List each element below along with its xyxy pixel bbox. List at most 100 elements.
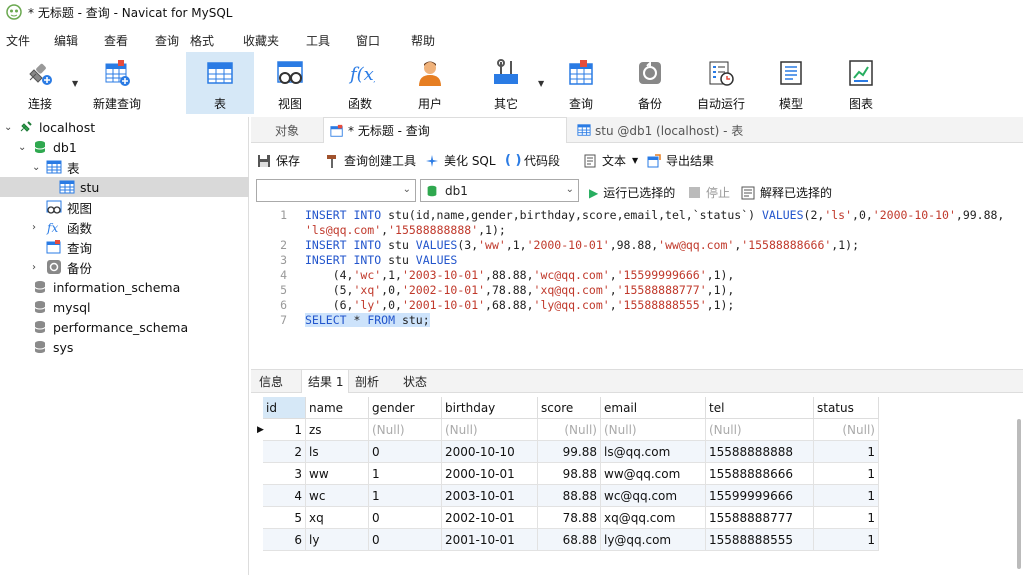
tab-untitled-query[interactable]: * 无标题 - 查询: [323, 117, 567, 143]
cell-status[interactable]: 1: [814, 485, 879, 507]
menu-help[interactable]: 帮助: [411, 32, 435, 49]
cell-birthday[interactable]: 2000-10-01: [442, 463, 538, 485]
tree-tables-folder[interactable]: ⌄ 表: [0, 157, 249, 177]
query-builder-button[interactable]: 查询创建工具: [325, 152, 416, 169]
connection-select[interactable]: ⌄: [256, 179, 416, 202]
cell-gender[interactable]: 0: [369, 529, 442, 551]
cell-score[interactable]: 68.88: [538, 529, 601, 551]
auto-run-button[interactable]: 自动运行: [690, 52, 752, 114]
tree-table-stu[interactable]: stu: [0, 177, 249, 197]
column-header-email[interactable]: email: [601, 397, 706, 419]
user-button[interactable]: 用户: [400, 52, 460, 114]
collapse-chevron-icon[interactable]: ⌄: [18, 142, 26, 153]
other-button[interactable]: 其它: [476, 52, 536, 114]
cell-gender[interactable]: 1: [369, 485, 442, 507]
cell-email[interactable]: (Null): [601, 419, 706, 441]
query-button[interactable]: 查询: [552, 52, 610, 114]
cell-status[interactable]: 1: [814, 529, 879, 551]
cell-id[interactable]: 4: [263, 485, 306, 507]
cell-email[interactable]: wc@qq.com: [601, 485, 706, 507]
expand-chevron-icon[interactable]: ›: [32, 222, 36, 233]
cell-score[interactable]: 78.88: [538, 507, 601, 529]
cell-birthday[interactable]: 2000-10-10: [442, 441, 538, 463]
view-button[interactable]: 视图: [260, 52, 320, 114]
stop-button[interactable]: 停止: [689, 184, 730, 201]
database-select[interactable]: db1 ⌄: [420, 179, 579, 202]
save-button[interactable]: 保存: [257, 152, 300, 169]
tree-database-db1[interactable]: ⌄ db1: [0, 137, 249, 157]
scrollbar-thumb[interactable]: [1017, 419, 1021, 569]
cell-name[interactable]: ly: [306, 529, 369, 551]
run-selected-button[interactable]: ▶ 运行已选择的: [589, 184, 675, 201]
cell-email[interactable]: ls@qq.com: [601, 441, 706, 463]
tree-views-folder[interactable]: 视图: [0, 197, 249, 217]
tree-queries-folder[interactable]: 查询: [0, 237, 249, 257]
cell-name[interactable]: zs: [306, 419, 369, 441]
cell-status[interactable]: (Null): [814, 419, 879, 441]
cell-birthday[interactable]: 2001-10-01: [442, 529, 538, 551]
column-header-birthday[interactable]: birthday: [442, 397, 538, 419]
code-snippet-button[interactable]: ( ) 代码段: [505, 152, 560, 169]
cell-birthday[interactable]: 2003-10-01: [442, 485, 538, 507]
cell-status[interactable]: 1: [814, 441, 879, 463]
tree-backups-folder[interactable]: › 备份: [0, 257, 249, 277]
menu-tools[interactable]: 工具: [306, 32, 330, 49]
menu-favorites[interactable]: 收藏夹: [243, 32, 279, 49]
cell-email[interactable]: ww@qq.com: [601, 463, 706, 485]
column-header-score[interactable]: score: [538, 397, 601, 419]
cell-score[interactable]: 88.88: [538, 485, 601, 507]
tree-database-information-schema[interactable]: information_schema: [0, 277, 249, 297]
tree-database-sys[interactable]: sys: [0, 337, 249, 357]
cell-score[interactable]: (Null): [538, 419, 601, 441]
menu-file[interactable]: 文件: [6, 32, 30, 49]
cell-id[interactable]: 5: [263, 507, 306, 529]
cell-name[interactable]: wc: [306, 485, 369, 507]
tab-stu-table[interactable]: stu @db1 (localhost) - 表: [577, 117, 821, 143]
cell-score[interactable]: 99.88: [538, 441, 601, 463]
cell-tel[interactable]: 15588888555: [706, 529, 814, 551]
column-header-status[interactable]: status: [814, 397, 879, 419]
cell-email[interactable]: ly@qq.com: [601, 529, 706, 551]
tree-connection-localhost[interactable]: ⌄ localhost: [0, 117, 249, 137]
cell-id[interactable]: 6: [263, 529, 306, 551]
tab-result-1[interactable]: 结果 1: [301, 370, 349, 393]
menu-format[interactable]: 格式: [190, 32, 214, 49]
cell-gender[interactable]: 0: [369, 441, 442, 463]
connect-button[interactable]: 连接: [6, 52, 72, 114]
cell-name[interactable]: xq: [306, 507, 369, 529]
cell-birthday[interactable]: 2002-10-01: [442, 507, 538, 529]
explain-selected-button[interactable]: 解释已选择的: [741, 184, 832, 201]
tree-database-performance-schema[interactable]: performance_schema: [0, 317, 249, 337]
cell-status[interactable]: 1: [814, 507, 879, 529]
chart-button[interactable]: 图表: [832, 52, 890, 114]
tree-functions-folder[interactable]: › fx 函数: [0, 217, 249, 237]
cell-email[interactable]: xq@qq.com: [601, 507, 706, 529]
sql-editor[interactable]: 1 2 3 4 5 6 7 INSERT INTO stu(id,name,ge…: [251, 206, 1023, 366]
menu-view[interactable]: 查看: [104, 32, 128, 49]
connect-dropdown-icon[interactable]: ▼: [72, 79, 78, 88]
menu-query[interactable]: 查询: [155, 32, 179, 49]
cell-tel[interactable]: 15599999666: [706, 485, 814, 507]
cell-name[interactable]: ww: [306, 463, 369, 485]
cell-tel[interactable]: (Null): [706, 419, 814, 441]
menu-edit[interactable]: 编辑: [54, 32, 78, 49]
tab-info[interactable]: 信息: [259, 370, 299, 393]
cell-id[interactable]: 2: [263, 441, 306, 463]
cell-tel[interactable]: 15588888888: [706, 441, 814, 463]
cell-gender[interactable]: (Null): [369, 419, 442, 441]
export-result-button[interactable]: 导出结果: [647, 152, 714, 169]
menu-window[interactable]: 窗口: [356, 32, 380, 49]
tab-objects[interactable]: 对象: [275, 117, 325, 143]
column-header-id[interactable]: id: [263, 397, 306, 419]
tree-database-mysql[interactable]: mysql: [0, 297, 249, 317]
cell-gender[interactable]: 0: [369, 507, 442, 529]
text-button[interactable]: 文本 ▼: [583, 152, 638, 169]
table-button[interactable]: 表: [186, 52, 254, 114]
cell-id[interactable]: 1: [263, 419, 306, 441]
new-query-button[interactable]: 新建查询: [86, 52, 148, 114]
tab-profile[interactable]: 剖析: [355, 370, 395, 393]
cell-score[interactable]: 98.88: [538, 463, 601, 485]
backup-button[interactable]: 备份: [620, 52, 680, 114]
column-header-tel[interactable]: tel: [706, 397, 814, 419]
cell-tel[interactable]: 15588888666: [706, 463, 814, 485]
